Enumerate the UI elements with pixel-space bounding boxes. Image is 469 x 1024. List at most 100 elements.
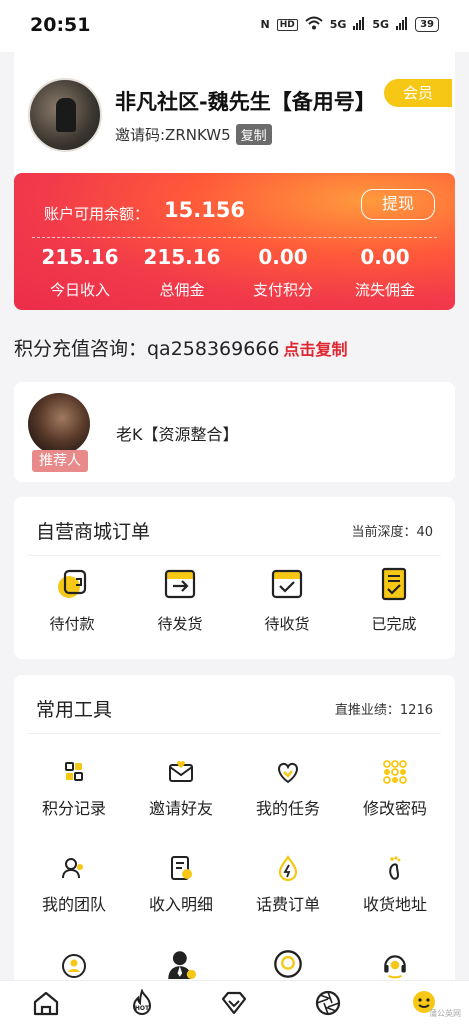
order-completed[interactable]: 已完成 [354,565,434,634]
hd-icon: HD [276,18,298,31]
referrer-tag: 推荐人 [32,450,88,472]
svg-text:HOT: HOT [135,1005,150,1012]
circle-badge-icon [274,950,302,978]
points-record-icon [65,762,83,781]
tools-title: 常用工具 [36,699,113,721]
order-label: 待收货 [264,615,310,633]
status-icons: N HD 5G 5G 39 [260,16,439,33]
tool-shipping-address[interactable]: 收货地址 [341,855,449,915]
avatar[interactable] [28,78,102,152]
aperture-icon[interactable] [314,989,342,1017]
status-bar: 20:51 N HD 5G 5G 39 [0,0,469,52]
tools-performance: 直推业绩：1216 [334,703,433,718]
order-pending-ship[interactable]: 待发货 [140,565,220,634]
wallet-icon [58,569,87,598]
member-badge[interactable]: 会员 [384,79,452,107]
order-pending-payment[interactable]: 待付款 [32,565,112,634]
tool-points-record[interactable]: 积分记录 [20,759,128,819]
tool-label: 修改密码 [362,799,427,818]
tool-label: 收入明细 [148,895,213,914]
copy-contact-button[interactable]: 点击复制 [284,340,348,359]
invite-code: 邀请码:ZRNKW5 [115,126,231,144]
stat-label: 支付积分 [252,281,313,299]
order-label: 已完成 [371,615,417,633]
referrer-name: 老K【资源整合】 [116,425,239,444]
order-pending-receive[interactable]: 待收货 [247,565,327,634]
stat-value: 0.00 [360,245,410,269]
wifi-icon [305,16,323,33]
invite-code-row: 邀请码:ZRNKW5 复制 [115,124,272,145]
signal-1-icon [353,16,365,33]
stat-label: 流失佣金 [354,281,415,299]
withdraw-button[interactable]: 提现 [361,189,435,220]
tool-user-coin[interactable] [20,953,128,979]
profile-header: 非凡社区-魏先生【备用号】 邀请码:ZRNKW5 复制 会员 [14,52,455,174]
tool-circle-badge[interactable] [234,949,342,979]
heart-task-icon [278,762,298,784]
signal-2-icon [396,16,408,33]
tool-change-password[interactable]: 修改密码 [341,759,449,819]
tools-card: 常用工具 直推业绩：1216 积分记录 邀请好友 我的任务 修改密码 我的团队 … [14,675,455,995]
grid-dots-icon [383,760,407,784]
stat-value: 0.00 [258,245,308,269]
stat-lost-commission[interactable]: 0.00 流失佣金 [335,243,435,300]
tool-support[interactable] [341,951,449,979]
stat-pay-points[interactable]: 0.00 支付积分 [233,243,333,300]
invite-envelope-icon [169,760,193,782]
divider [28,733,441,734]
stat-total-commission[interactable]: 215.16 总佣金 [132,243,232,300]
status-time: 20:51 [30,14,91,36]
tool-label: 邀请好友 [148,799,213,818]
footprint-icon [389,856,401,880]
box-check-icon [271,569,303,599]
stat-label: 今日收入 [49,281,110,299]
stat-value: 215.16 [143,245,221,269]
tool-my-team[interactable]: 我的团队 [20,855,128,915]
divider [28,555,441,556]
tool-label: 收货地址 [362,895,427,914]
hot-icon[interactable]: HOT [128,989,156,1017]
user-coin-icon [62,954,86,978]
orders-title: 自营商城订单 [36,521,151,543]
home-icon[interactable] [32,989,60,1017]
tool-label: 我的团队 [41,895,106,914]
watermark: 蒲公英网 [429,1009,461,1018]
agent-icon [168,951,196,979]
support-headset-icon [384,955,406,979]
nfc-icon: N [260,18,270,31]
income-detail-icon [171,856,192,880]
clipboard-check-icon [381,567,407,601]
bottom-nav: HOT [0,980,469,1024]
box-send-icon [164,569,196,599]
order-label: 待付款 [49,615,95,633]
stat-label: 总佣金 [159,281,205,299]
user-name: 非凡社区-魏先生【备用号】 [115,90,376,114]
battery-indicator: 39 [415,17,439,32]
diamond-icon[interactable] [220,989,248,1017]
referrer-avatar [28,393,90,455]
tool-label: 积分记录 [41,799,106,818]
tool-invite-friends[interactable]: 邀请好友 [127,759,235,819]
stat-today-income[interactable]: 215.16 今日收入 [30,243,130,300]
tool-my-tasks[interactable]: 我的任务 [234,759,342,819]
tool-label: 话费订单 [255,895,320,914]
balance-card: 账户可用余额： 15.156 提现 215.16 今日收入 215.16 总佣金… [14,173,455,310]
copy-invite-button[interactable]: 复制 [235,124,272,145]
balance-label: 账户可用余额： [44,205,150,223]
recharge-consult: 积分充值咨询：qa258369666 点击复制 [14,334,348,361]
tool-agent[interactable] [127,949,235,979]
orders-card: 自营商城订单 当前深度：40 待付款 待发货 待收货 已完成 [14,497,455,659]
order-label: 待发货 [157,615,203,633]
team-icon [62,858,83,879]
signal-2-label: 5G [372,18,390,31]
tool-phone-bill-orders[interactable]: 话费订单 [234,855,342,915]
orders-depth: 当前深度：40 [351,525,433,540]
referrer-card: 推荐人 老K【资源整合】 [14,382,455,482]
stat-value: 215.16 [41,245,119,269]
signal-1-label: 5G [329,18,347,31]
balance-value: 15.156 [164,198,246,222]
drop-bolt-icon [278,855,298,881]
tool-income-detail[interactable]: 收入明细 [127,855,235,915]
tool-label: 我的任务 [255,799,320,818]
recharge-text: 积分充值咨询：qa258369666 [14,338,280,360]
